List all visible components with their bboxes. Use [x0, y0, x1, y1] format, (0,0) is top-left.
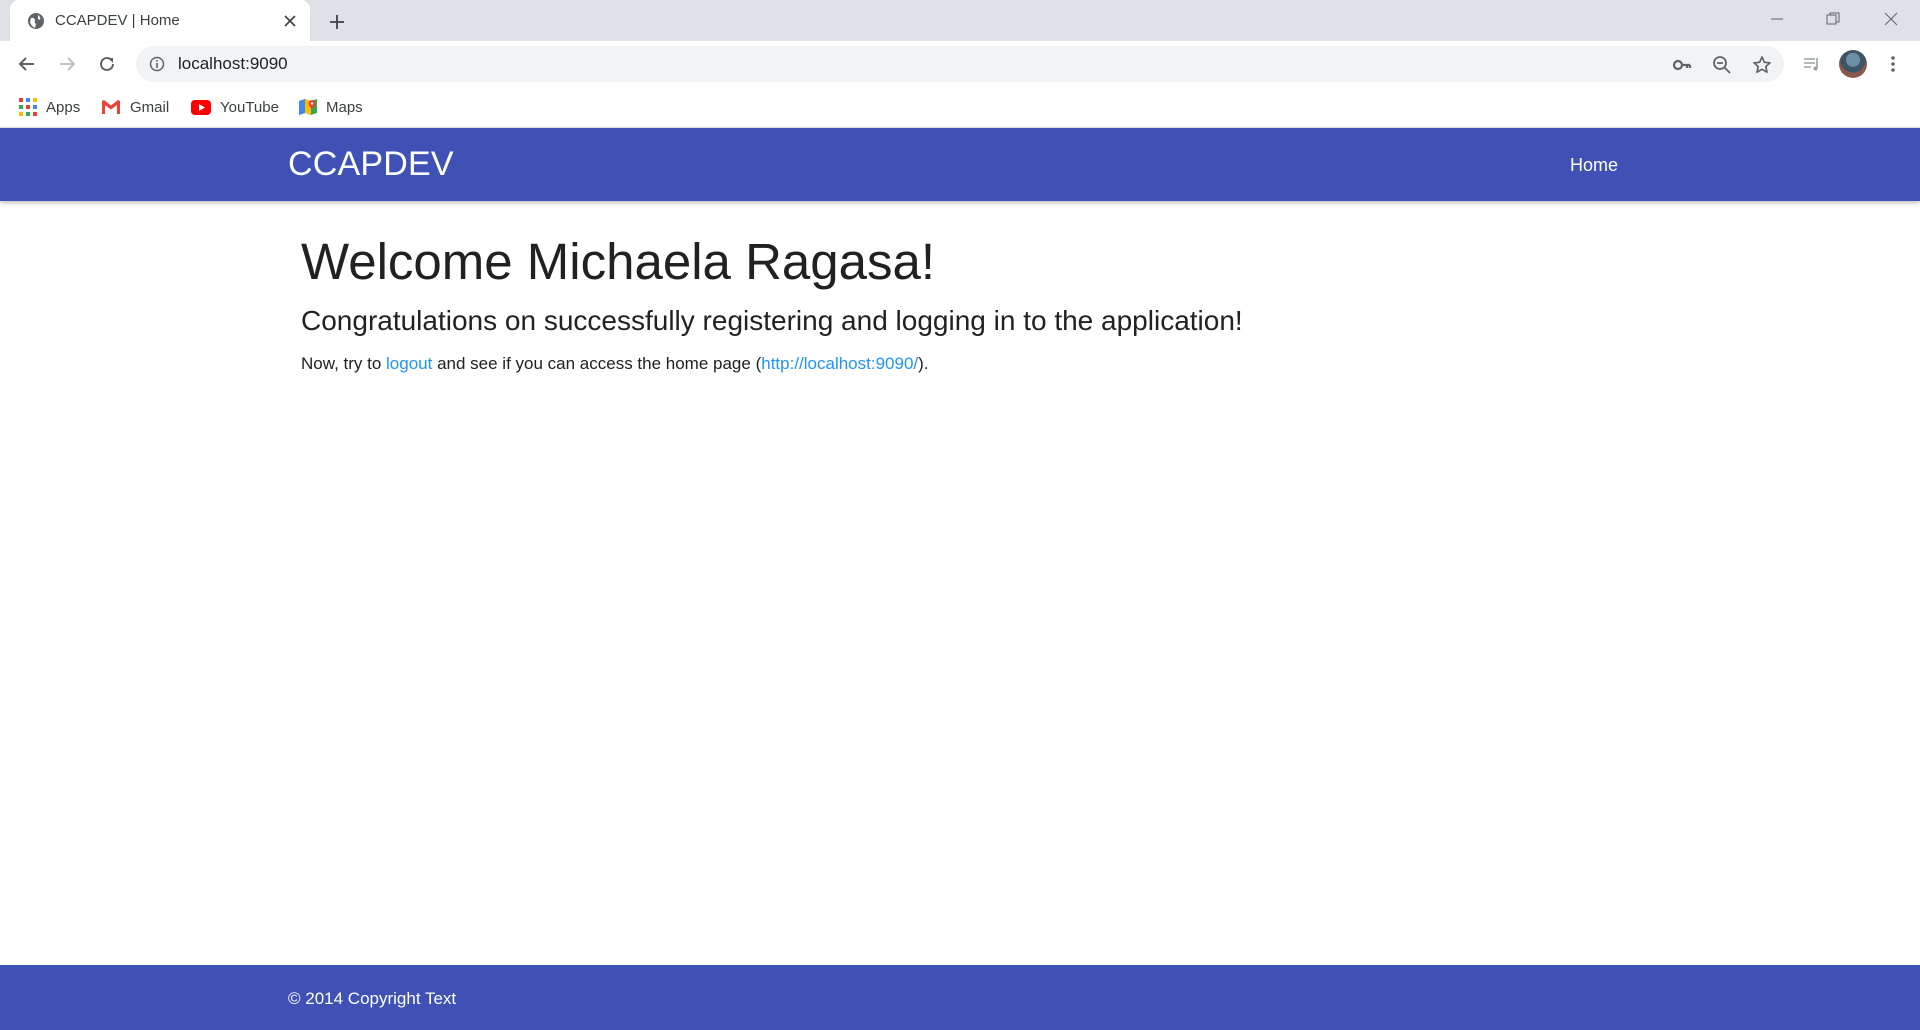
instruction-text-start: Now, try to — [301, 354, 387, 373]
bookmarks-bar: Apps Gmail YouTube Maps — [0, 88, 1920, 128]
instruction-paragraph: Now, try to logout and see if you can ac… — [301, 352, 1701, 376]
more-menu-icon[interactable] — [1879, 50, 1907, 78]
bookmark-maps[interactable]: Maps — [299, 93, 363, 121]
welcome-prefix: Welcome — [301, 233, 527, 290]
bookmark-label: Maps — [326, 98, 363, 116]
welcome-heading: Welcome Michaela Ragasa! — [301, 232, 1701, 292]
gmail-icon — [102, 100, 120, 114]
address-bar[interactable]: localhost:9090 — [136, 46, 1784, 82]
bookmark-label: Gmail — [130, 98, 170, 116]
youtube-icon — [191, 99, 211, 115]
site-navbar: CCAPDEV Home — [0, 128, 1920, 201]
bookmark-label: Apps — [46, 98, 81, 116]
close-tab-icon[interactable] — [280, 11, 300, 31]
browser-tab-active[interactable]: CCAPDEV | Home — [10, 0, 310, 41]
site-brand[interactable]: CCAPDEV — [288, 145, 454, 184]
bookmark-star-icon[interactable] — [1751, 54, 1773, 76]
bookmark-youtube[interactable]: YouTube — [191, 93, 279, 121]
key-icon[interactable] — [1671, 54, 1693, 76]
back-arrow-icon[interactable] — [13, 50, 41, 78]
apps-grid-icon — [19, 98, 37, 116]
profile-avatar[interactable] — [1839, 50, 1867, 78]
instruction-text-middle: and see if you can access the home page … — [432, 354, 762, 373]
browser-toolbar: localhost:9090 — [0, 41, 1920, 88]
forward-arrow-icon[interactable] — [53, 50, 81, 78]
bookmark-gmail[interactable]: Gmail — [101, 93, 169, 121]
logout-link[interactable]: logout — [386, 354, 432, 373]
media-playlist-icon[interactable] — [1798, 50, 1826, 78]
restore-window-icon[interactable] — [1810, 6, 1856, 32]
maps-pin-icon — [299, 99, 317, 115]
close-window-icon[interactable] — [1868, 6, 1914, 32]
tab-strip: CCAPDEV | Home — [0, 0, 1920, 41]
congratulations-subheading: Congratulations on successfully register… — [301, 305, 1243, 336]
tab-title: CCAPDEV | Home — [55, 12, 180, 29]
globe-icon — [27, 12, 45, 30]
main-content: Welcome Michaela Ragasa! Congratulations… — [301, 232, 1701, 376]
browser-window: CCAPDEV | Home localhost:9090 Apps Gmail… — [0, 0, 1920, 1030]
nav-link-home[interactable]: Home — [1570, 155, 1618, 176]
zoom-out-icon[interactable] — [1711, 54, 1733, 76]
web-page: CCAPDEV Home Welcome Michaela Ragasa! Co… — [0, 128, 1920, 1030]
address-url[interactable]: localhost:9090 — [178, 54, 288, 74]
user-name: Michaela Ragasa — [526, 233, 921, 290]
bookmark-label: YouTube — [220, 98, 279, 116]
welcome-suffix: ! — [920, 233, 936, 290]
new-tab-plus-icon[interactable] — [325, 10, 349, 34]
minimize-window-icon[interactable] — [1754, 6, 1800, 32]
info-icon[interactable] — [149, 56, 165, 72]
home-page-link[interactable]: http://localhost:9090/ — [761, 354, 918, 373]
site-footer: © 2014 Copyright Text — [0, 965, 1920, 1030]
footer-copyright: © 2014 Copyright Text — [288, 989, 457, 1008]
reload-icon[interactable] — [93, 50, 121, 78]
bookmark-apps[interactable]: Apps — [19, 93, 80, 121]
instruction-text-end: ). — [918, 354, 929, 373]
